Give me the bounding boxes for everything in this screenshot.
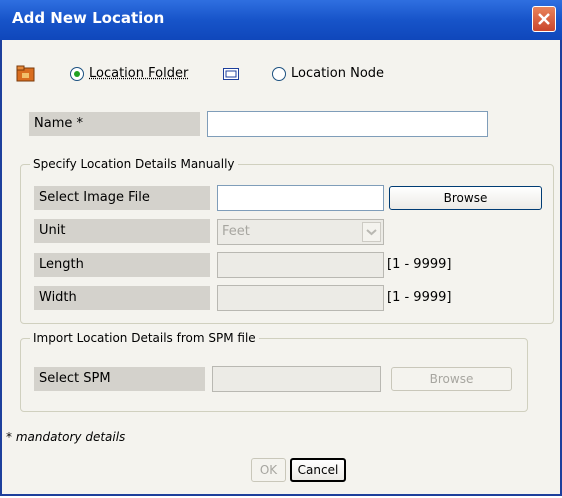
manual-details-legend: Specify Location Details Manually <box>30 157 238 171</box>
name-label: Name * <box>29 112 200 136</box>
location-folder-icon <box>16 65 35 82</box>
location-node-icon <box>223 68 239 80</box>
unit-value: Feet <box>222 224 250 239</box>
width-input[interactable] <box>217 285 384 311</box>
title-bar[interactable]: Add New Location <box>0 0 562 40</box>
close-button[interactable] <box>532 6 556 32</box>
chevron-down-icon <box>366 229 377 236</box>
dialog-title: Add New Location <box>12 9 165 27</box>
spm-legend: Import Location Details from SPM file <box>30 331 259 345</box>
ok-button[interactable]: OK <box>251 458 286 482</box>
image-file-input[interactable] <box>217 185 384 211</box>
unit-dropdown-button[interactable] <box>362 222 381 242</box>
spm-file-input[interactable] <box>212 366 381 392</box>
location-node-radio[interactable] <box>272 67 286 81</box>
width-range: [1 - 9999] <box>387 290 452 305</box>
cancel-button[interactable]: Cancel <box>290 458 346 482</box>
select-image-label: Select Image File <box>34 186 210 210</box>
browse-image-button[interactable]: Browse <box>389 186 542 210</box>
width-label: Width <box>34 286 210 310</box>
name-input[interactable] <box>207 111 488 137</box>
length-range: [1 - 9999] <box>387 257 452 272</box>
location-folder-radio[interactable] <box>70 67 84 81</box>
unit-select[interactable]: Feet <box>217 219 384 245</box>
location-folder-label[interactable]: Location Folder <box>89 66 188 81</box>
mandatory-note: * mandatory details <box>6 430 126 444</box>
close-icon <box>538 13 550 25</box>
length-label: Length <box>34 253 210 277</box>
unit-label: Unit <box>34 219 210 243</box>
length-input[interactable] <box>217 252 384 278</box>
select-spm-label: Select SPM <box>34 367 205 391</box>
location-node-label[interactable]: Location Node <box>291 66 384 81</box>
browse-spm-button[interactable]: Browse <box>391 367 512 391</box>
